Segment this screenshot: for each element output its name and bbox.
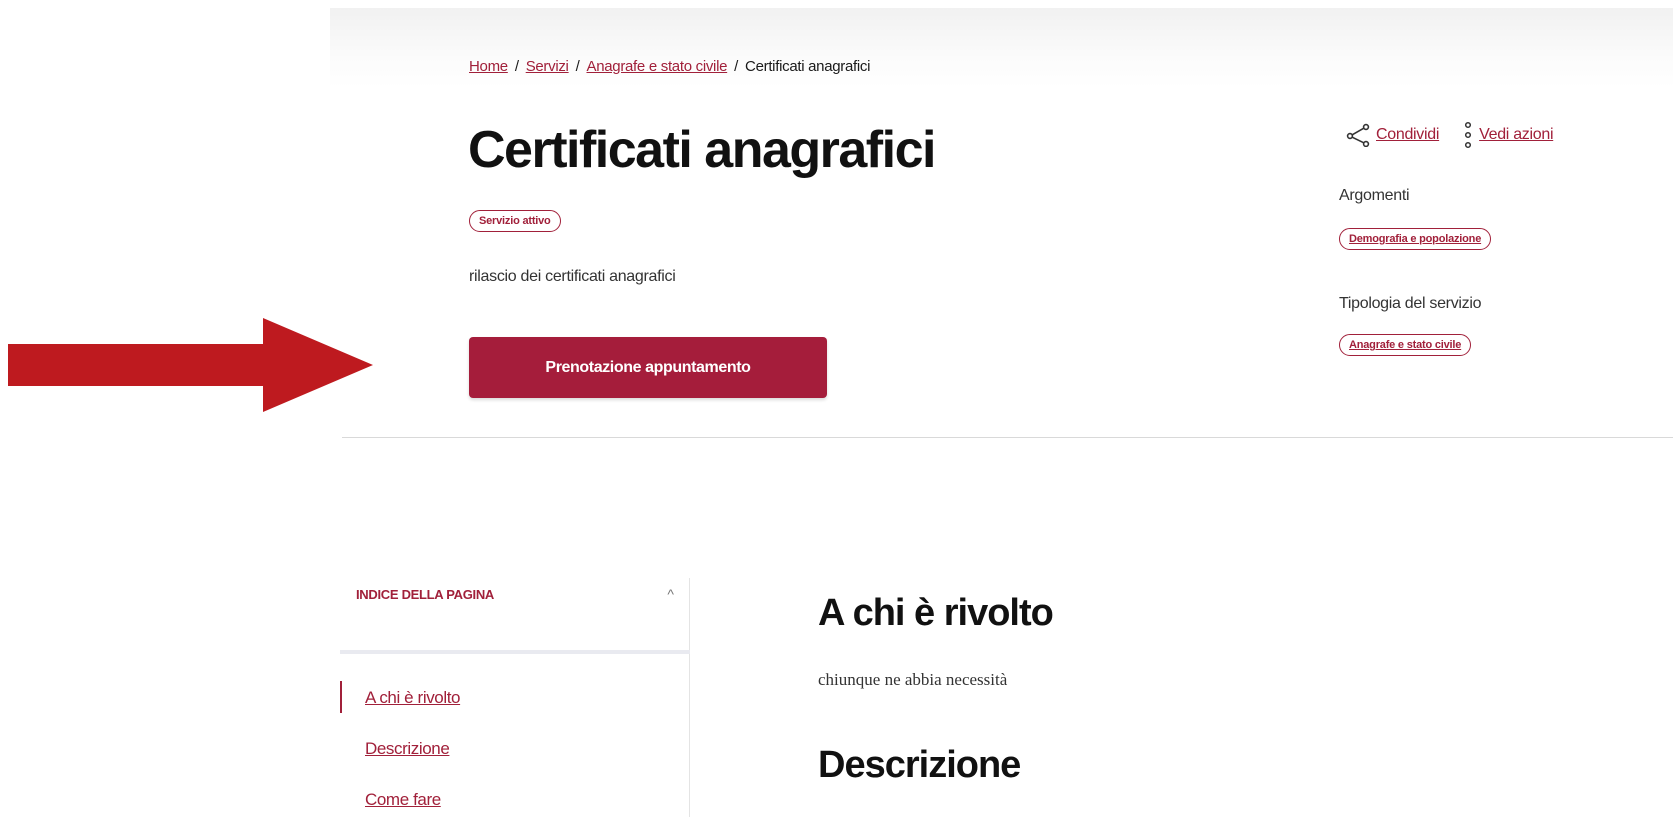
service-type-chip[interactable]: Anagrafe e stato civile [1339, 334, 1472, 356]
status-badge: Servizio attivo [469, 210, 561, 232]
section-title-description: Descrizione [818, 744, 1021, 786]
list-item: Come fare [365, 788, 460, 811]
topics-label: Argomenti [1339, 187, 1410, 204]
hero-divider [342, 437, 1673, 438]
breadcrumb-category-link[interactable]: Anagrafe e stato civile [586, 58, 727, 75]
page-index-toggle[interactable]: INDICE DELLA PAGINA ^ [356, 586, 674, 602]
breadcrumb-current: Certificati anagrafici [745, 58, 871, 75]
topic-chip[interactable]: Demografia e popolazione [1339, 228, 1492, 250]
breadcrumb-separator: / [514, 58, 519, 75]
share-link[interactable]: Condividi [1376, 126, 1439, 144]
book-appointment-button[interactable]: Prenotazione appuntamento [469, 337, 827, 398]
section-text-who: chiunque ne abbia necessità [818, 670, 1008, 689]
page-index: INDICE DELLA PAGINA ^ A chi è rivolto De… [340, 578, 690, 817]
breadcrumb-separator: / [734, 58, 739, 75]
breadcrumb-home-link[interactable]: Home [469, 58, 508, 75]
service-summary: rilascio dei certificati anagrafici [469, 268, 676, 285]
chevron-up-icon: ^ [667, 586, 674, 602]
breadcrumb: Home / Servizi / Anagrafe e stato civile / Cer… [469, 58, 870, 75]
page-actions: Condividi Vedi azioni [1346, 120, 1554, 150]
breadcrumb-services-link[interactable]: Servizi [526, 58, 569, 75]
more-actions[interactable]: Vedi azioni [1463, 120, 1554, 150]
page-index-title: INDICE DELLA PAGINA [356, 586, 495, 602]
page-title: Certificati anagrafici [468, 121, 936, 179]
toc-link-how-to[interactable]: Come fare [365, 790, 441, 809]
annotation-arrow-icon [8, 318, 373, 412]
toc-link-who[interactable]: A chi è rivolto [365, 688, 461, 707]
vertical-dots-icon [1465, 121, 1472, 149]
list-item: Descrizione [365, 737, 460, 760]
share-icon [1346, 123, 1370, 147]
list-item: A chi è rivolto [365, 686, 461, 709]
page-index-progress [340, 650, 690, 654]
section-title-who: A chi è rivolto [818, 592, 1054, 634]
breadcrumb-separator: / [575, 58, 580, 75]
share-action[interactable]: Condividi [1346, 123, 1439, 147]
toc-link-description[interactable]: Descrizione [365, 739, 450, 758]
service-type-label: Tipologia del servizio [1339, 295, 1482, 312]
active-item-indicator [340, 681, 342, 713]
more-actions-link[interactable]: Vedi azioni [1479, 126, 1553, 144]
page-index-list: A chi è rivolto Descrizione Come fare [365, 686, 461, 817]
